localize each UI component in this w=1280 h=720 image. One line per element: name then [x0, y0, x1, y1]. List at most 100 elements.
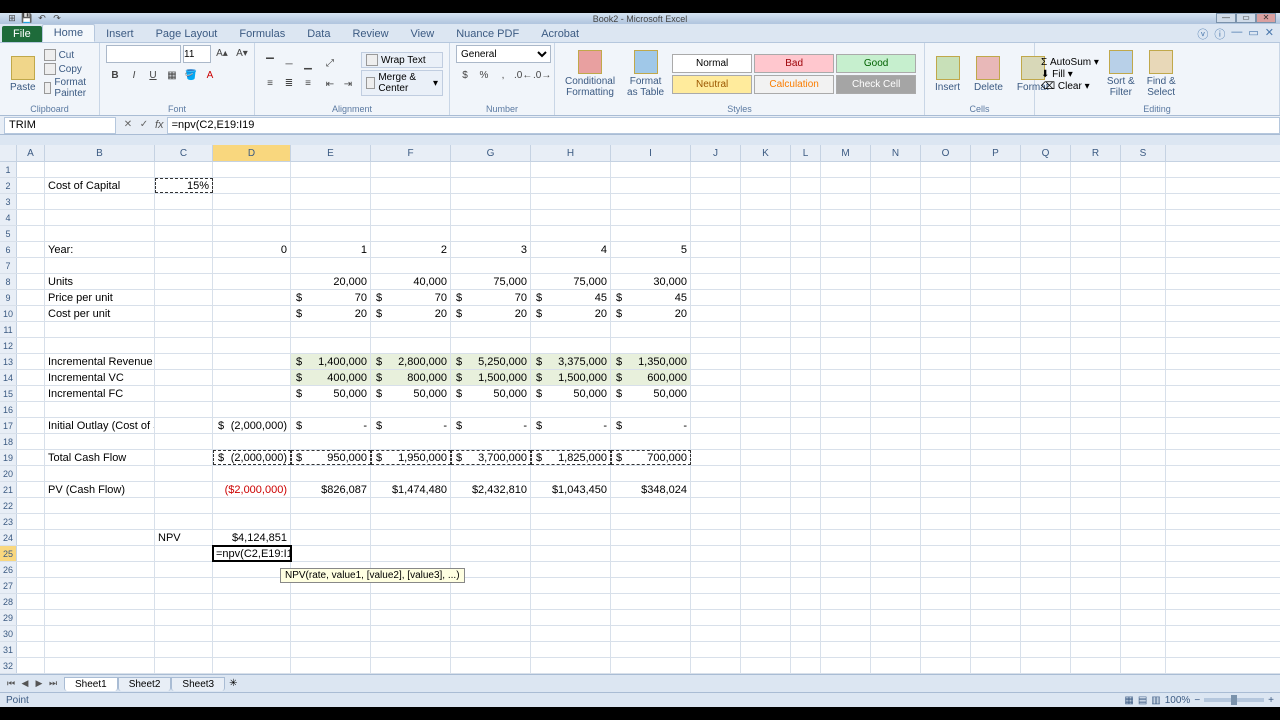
cell-J19[interactable]: [691, 450, 741, 465]
cell-H5[interactable]: [531, 226, 611, 241]
cell-L25[interactable]: [791, 546, 821, 561]
cell-D31[interactable]: [213, 642, 291, 657]
cell-F2[interactable]: [371, 178, 451, 193]
cell-A10[interactable]: [17, 306, 45, 321]
cell-R18[interactable]: [1071, 434, 1121, 449]
cell-I23[interactable]: [611, 514, 691, 529]
cell-R11[interactable]: [1071, 322, 1121, 337]
sheet-nav-first[interactable]: ⏮: [4, 678, 18, 689]
cell-P3[interactable]: [971, 194, 1021, 209]
cell-I16[interactable]: [611, 402, 691, 417]
cell-L20[interactable]: [791, 466, 821, 481]
cell-G14[interactable]: $1,500,000: [451, 370, 531, 385]
cell-Q24[interactable]: [1021, 530, 1071, 545]
cell-K2[interactable]: [741, 178, 791, 193]
cell-M29[interactable]: [821, 610, 871, 625]
row-header[interactable]: 2: [0, 178, 17, 193]
cell-O30[interactable]: [921, 626, 971, 641]
cell-O6[interactable]: [921, 242, 971, 257]
cell-Q22[interactable]: [1021, 498, 1071, 513]
increase-decimal-button[interactable]: .0←: [513, 67, 531, 85]
cell-R1[interactable]: [1071, 162, 1121, 177]
cell-I14[interactable]: $600,000: [611, 370, 691, 385]
cell-B25[interactable]: [45, 546, 155, 561]
cell-K14[interactable]: [741, 370, 791, 385]
fill-button[interactable]: ⬇ Fill ▾: [1041, 69, 1099, 80]
cell-I11[interactable]: [611, 322, 691, 337]
cell-A23[interactable]: [17, 514, 45, 529]
cell-J13[interactable]: [691, 354, 741, 369]
cell-O19[interactable]: [921, 450, 971, 465]
cell-O21[interactable]: [921, 482, 971, 497]
maximize-button[interactable]: ▭: [1236, 13, 1256, 23]
row-header[interactable]: 26: [0, 562, 17, 577]
cell-B4[interactable]: [45, 210, 155, 225]
cell-N23[interactable]: [871, 514, 921, 529]
column-header-Q[interactable]: Q: [1021, 145, 1071, 161]
cell-P26[interactable]: [971, 562, 1021, 577]
cell-P21[interactable]: [971, 482, 1021, 497]
cell-P30[interactable]: [971, 626, 1021, 641]
cell-M5[interactable]: [821, 226, 871, 241]
cell-N20[interactable]: [871, 466, 921, 481]
cell-K7[interactable]: [741, 258, 791, 273]
cell-G25[interactable]: [451, 546, 531, 561]
cell-A4[interactable]: [17, 210, 45, 225]
cell-R29[interactable]: [1071, 610, 1121, 625]
cell-A1[interactable]: [17, 162, 45, 177]
cell-G5[interactable]: [451, 226, 531, 241]
cell-J16[interactable]: [691, 402, 741, 417]
cell-M32[interactable]: [821, 658, 871, 673]
cell-R12[interactable]: [1071, 338, 1121, 353]
cell-Q26[interactable]: [1021, 562, 1071, 577]
window-close-icon[interactable]: ✕: [1265, 26, 1274, 42]
cell-A29[interactable]: [17, 610, 45, 625]
cell-S13[interactable]: [1121, 354, 1166, 369]
cell-L18[interactable]: [791, 434, 821, 449]
cell-H26[interactable]: [531, 562, 611, 577]
cell-L6[interactable]: [791, 242, 821, 257]
italic-button[interactable]: I: [125, 67, 143, 85]
cell-O12[interactable]: [921, 338, 971, 353]
fill-color-button[interactable]: 🪣: [182, 67, 200, 85]
cell-H4[interactable]: [531, 210, 611, 225]
cell-R32[interactable]: [1071, 658, 1121, 673]
cell-K25[interactable]: [741, 546, 791, 561]
cell-I27[interactable]: [611, 578, 691, 593]
cell-F10[interactable]: $20: [371, 306, 451, 321]
cell-C22[interactable]: [155, 498, 213, 513]
cell-B17[interactable]: Initial Outlay (Cost of Software): [45, 418, 155, 433]
column-header-A[interactable]: A: [17, 145, 45, 161]
cell-M31[interactable]: [821, 642, 871, 657]
cell-A31[interactable]: [17, 642, 45, 657]
cell-M12[interactable]: [821, 338, 871, 353]
cell-B13[interactable]: Incremental Revenue: [45, 354, 155, 369]
cell-M6[interactable]: [821, 242, 871, 257]
column-header-R[interactable]: R: [1071, 145, 1121, 161]
cell-H21[interactable]: $1,043,450: [531, 482, 611, 497]
cell-P9[interactable]: [971, 290, 1021, 305]
cell-Q12[interactable]: [1021, 338, 1071, 353]
cell-J25[interactable]: [691, 546, 741, 561]
cell-R10[interactable]: [1071, 306, 1121, 321]
cell-S10[interactable]: [1121, 306, 1166, 321]
cell-B14[interactable]: Incremental VC: [45, 370, 155, 385]
cell-M23[interactable]: [821, 514, 871, 529]
sheet-tab-sheet3[interactable]: Sheet3: [171, 677, 225, 691]
cell-E7[interactable]: [291, 258, 371, 273]
cell-L23[interactable]: [791, 514, 821, 529]
autosum-button[interactable]: Σ AutoSum ▾: [1041, 57, 1099, 68]
cell-Q3[interactable]: [1021, 194, 1071, 209]
row-header[interactable]: 31: [0, 642, 17, 657]
cell-K5[interactable]: [741, 226, 791, 241]
cell-K12[interactable]: [741, 338, 791, 353]
cell-S23[interactable]: [1121, 514, 1166, 529]
cell-I21[interactable]: $348,024: [611, 482, 691, 497]
cell-F5[interactable]: [371, 226, 451, 241]
cell-P20[interactable]: [971, 466, 1021, 481]
cell-S25[interactable]: [1121, 546, 1166, 561]
cell-C25[interactable]: [155, 546, 213, 561]
cell-D24[interactable]: $4,124,851: [213, 530, 291, 545]
cell-P19[interactable]: [971, 450, 1021, 465]
cell-O3[interactable]: [921, 194, 971, 209]
